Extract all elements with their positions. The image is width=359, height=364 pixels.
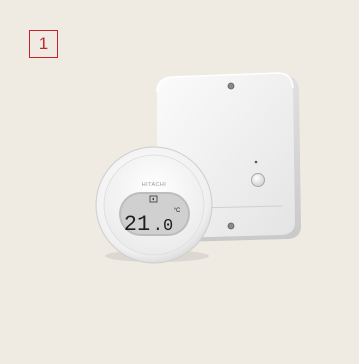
screw-icon	[227, 222, 235, 230]
temperature-decimal: .0	[153, 217, 173, 236]
temperature-whole: 21	[124, 212, 150, 237]
temperature-unit: °C	[174, 208, 181, 214]
product-image-panel: 1 HITACHI 21 .0 °C	[0, 0, 359, 364]
product-photo: HITACHI 21 .0 °C	[95, 72, 301, 264]
push-button-icon	[251, 173, 265, 187]
brand-label: HITACHI	[142, 182, 166, 188]
thermostat-unit: HITACHI 21 .0 °C	[95, 146, 213, 264]
status-led-icon	[254, 160, 258, 164]
screw-icon	[227, 82, 235, 90]
